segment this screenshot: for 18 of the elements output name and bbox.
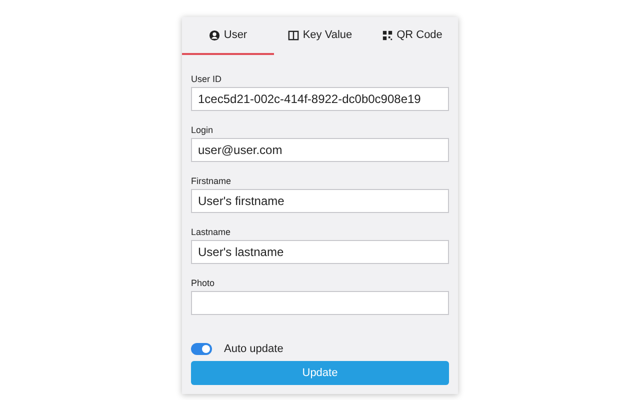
toggle-label: Auto update [224, 343, 284, 355]
tab[interactable]: Key Value [274, 17, 366, 55]
field-label: Lastname [191, 227, 232, 237]
field-label: Photo [191, 278, 216, 288]
text-field[interactable]: User's firstname [191, 189, 449, 213]
qr-code-icon [382, 30, 393, 40]
text-field[interactable]: User's lastname [191, 240, 449, 264]
field-label: Login [191, 125, 214, 135]
field-label: Firstname [191, 176, 232, 186]
text-field[interactable]: 1cec5d21-002c-414f-8922-dc0b0c908e19 [191, 87, 449, 111]
columns-icon [288, 30, 299, 40]
tab[interactable]: User [182, 17, 274, 55]
toggle-switch[interactable] [191, 343, 212, 355]
field-label: User ID [191, 74, 223, 84]
tab[interactable]: QR Code [366, 17, 458, 55]
text-field[interactable]: user@user.com [191, 138, 449, 162]
text-field[interactable] [191, 291, 449, 315]
user-icon [208, 30, 220, 40]
